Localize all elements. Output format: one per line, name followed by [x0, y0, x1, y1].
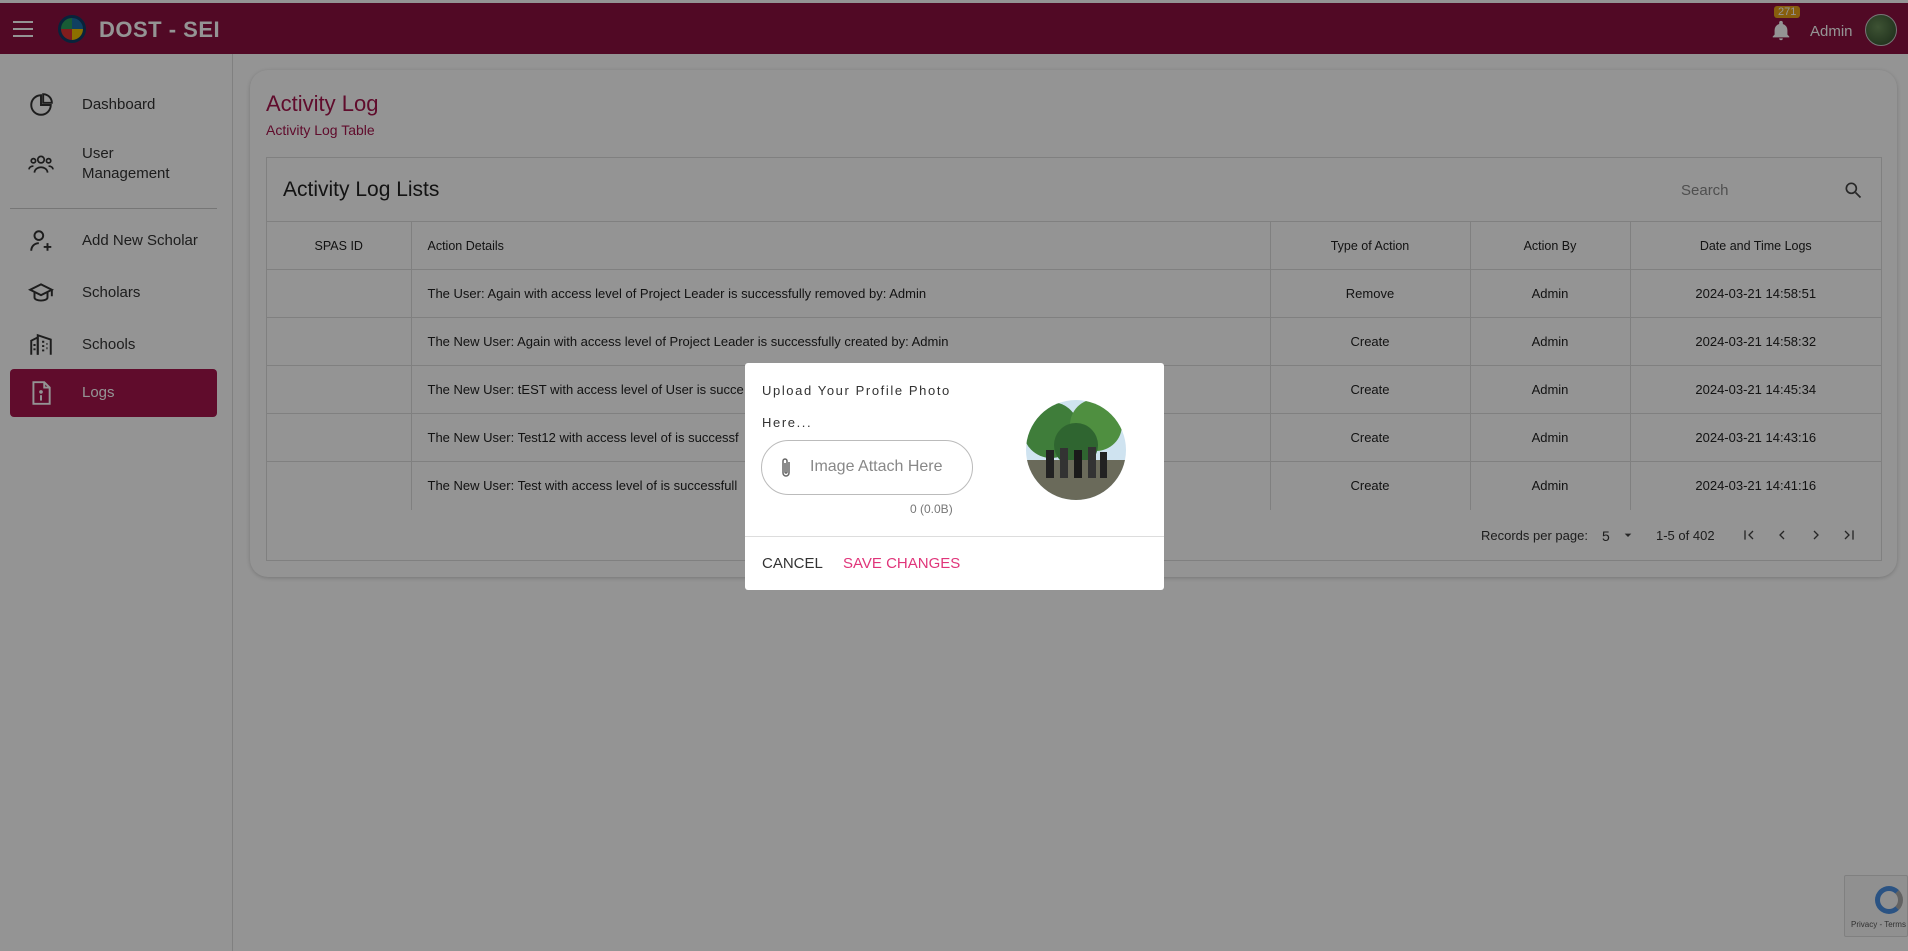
paperclip-icon — [782, 458, 790, 477]
profile-photo-image — [1026, 400, 1126, 500]
image-attach-placeholder: Image Attach Here — [810, 458, 943, 475]
save-changes-button[interactable]: SAVE CHANGES — [843, 555, 960, 572]
cancel-button[interactable]: CANCEL — [762, 555, 823, 572]
upload-photo-dialog: Upload Your Profile Photo Here... Image … — [745, 363, 1164, 590]
dialog-divider — [745, 536, 1164, 537]
profile-photo-preview — [1026, 400, 1126, 500]
image-attach-field[interactable]: Image Attach Here — [761, 440, 973, 495]
dialog-title: Upload Your Profile Photo Here... — [762, 383, 951, 430]
file-size-counter: 0 (0.0B) — [910, 502, 953, 516]
